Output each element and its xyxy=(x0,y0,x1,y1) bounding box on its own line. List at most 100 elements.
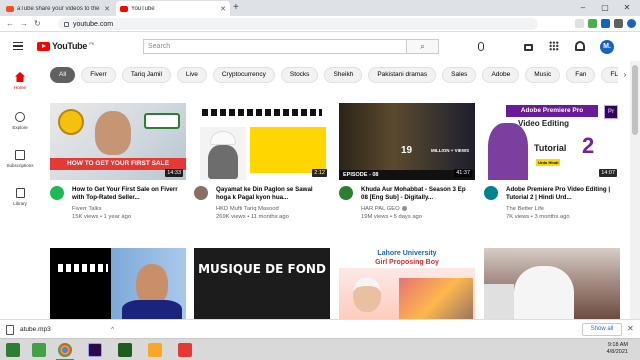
channel-avatar[interactable] xyxy=(484,186,498,200)
sidebar-item-library[interactable]: Library xyxy=(0,188,40,206)
channel-name[interactable]: HKD Mufti Tariq Masood xyxy=(216,206,279,212)
windows-icon[interactable] xyxy=(6,343,20,357)
apps-grid-icon[interactable] xyxy=(549,41,559,51)
channel-name[interactable]: Fiverr Talks xyxy=(72,206,102,212)
extension-icon[interactable] xyxy=(601,19,610,28)
minimize-button[interactable]: – xyxy=(572,1,594,15)
sidebar-item-explore[interactable]: Explore xyxy=(0,112,40,130)
video-title[interactable]: How to Get Your First Sale on Fiverr wit… xyxy=(72,186,182,202)
compass-icon xyxy=(15,112,25,122)
sidebar-item-home[interactable]: Home xyxy=(0,72,40,90)
sidebar-item-subscriptions[interactable]: Subscriptions xyxy=(0,150,40,168)
channel-avatar[interactable] xyxy=(194,186,208,200)
new-tab-button[interactable]: + xyxy=(233,2,239,14)
video-thumbnail[interactable]: MUSIQUE DE FOND xyxy=(194,248,330,319)
chip-stocks[interactable]: Stocks xyxy=(280,67,319,83)
clock-time: 9:18 AM xyxy=(607,342,628,348)
app-icon[interactable] xyxy=(178,343,192,357)
folder-icon[interactable] xyxy=(148,343,162,357)
chip-all[interactable]: All xyxy=(50,67,76,83)
excel-icon[interactable] xyxy=(32,343,46,357)
tutorial-label: Tutorial xyxy=(534,143,567,153)
channel-name[interactable]: HAR PAL GEO xyxy=(361,206,407,212)
back-arrow-icon[interactable]: ← xyxy=(6,19,14,29)
video-card[interactable]: MUSIQUE DE FOND xyxy=(194,248,330,319)
star-icon[interactable] xyxy=(575,19,584,28)
video-title[interactable]: Adobe Premiere Pro Video Editing | Tutor… xyxy=(506,186,616,202)
close-icon[interactable]: ✕ xyxy=(627,324,634,333)
chip-tariq-jamil[interactable]: Tariq Jamil xyxy=(121,67,171,83)
maximize-button[interactable]: ▢ xyxy=(594,1,616,15)
search-button[interactable]: ⌕ xyxy=(406,40,438,53)
thumbnail-caption: MUSIQUE DE FOND xyxy=(198,262,326,276)
chip-fan[interactable]: Fan xyxy=(566,67,596,83)
channel-avatar[interactable] xyxy=(339,186,353,200)
video-card[interactable]: 2:12 Qayamat ke Din Paglon se Sawal hoga… xyxy=(194,103,330,238)
chip-music[interactable]: Music xyxy=(525,67,561,83)
tab-atube[interactable]: aTube share your videos to the w... ✕ xyxy=(2,1,114,16)
chip-adobe[interactable]: Adobe xyxy=(482,67,520,83)
thumbnail-heading: Lahore University xyxy=(377,250,437,257)
chip-sheikh[interactable]: Sheikh xyxy=(324,67,363,83)
logo-word: YouTube xyxy=(52,41,88,51)
video-thumbnail[interactable] xyxy=(484,248,620,319)
close-tab-icon[interactable]: ✕ xyxy=(220,5,226,13)
atube-favicon-icon xyxy=(6,5,14,12)
notifications-bell-icon[interactable] xyxy=(575,41,585,51)
extension-icon[interactable] xyxy=(588,19,597,28)
chip-fiverr[interactable]: Fiverr xyxy=(81,67,116,83)
puzzle-icon[interactable] xyxy=(614,19,623,28)
taskbar-clock[interactable]: 9:18 AM 4/8/2021 xyxy=(607,342,628,356)
video-card[interactable] xyxy=(484,248,620,319)
url-text: youtube.com xyxy=(73,20,114,28)
avatar[interactable]: M. xyxy=(600,40,614,54)
lock-icon xyxy=(64,21,69,27)
youtube-logo[interactable]: YouTube PK xyxy=(37,41,94,51)
chip-pakistani-dramas[interactable]: Pakistani dramas xyxy=(368,67,437,83)
scrollbar-thumb[interactable] xyxy=(632,65,638,135)
channel-avatar[interactable] xyxy=(50,186,64,200)
clock-date: 4/8/2021 xyxy=(606,349,628,355)
page-scrollbar[interactable] xyxy=(630,61,640,319)
chevron-up-icon[interactable]: ^ xyxy=(111,327,114,333)
forward-arrow-icon[interactable]: → xyxy=(20,19,28,29)
chip-cryptocurrency[interactable]: Cryptocurrency xyxy=(212,67,275,83)
video-thumbnail[interactable] xyxy=(50,248,186,319)
reload-icon[interactable]: ↻ xyxy=(34,19,41,29)
tab-youtube[interactable]: YouTube ✕ xyxy=(116,1,230,16)
file-icon xyxy=(6,324,14,335)
download-item[interactable]: atube.mp3 ^ xyxy=(6,323,114,336)
chip-sales[interactable]: Sales xyxy=(442,67,477,83)
video-card[interactable]: HOW TO GET YOUR FIRST SALE 14:33 How to … xyxy=(50,103,186,238)
video-duration: 2:12 xyxy=(312,169,327,177)
video-title[interactable]: Khuda Aur Mohabbat - Season 3 Ep 08 [Eng… xyxy=(361,186,471,202)
video-title[interactable]: Qayamat ke Din Paglon se Sawal hoga k Pa… xyxy=(216,186,326,202)
close-tab-icon[interactable]: ✕ xyxy=(104,5,110,13)
create-video-icon[interactable] xyxy=(524,43,533,51)
show-all-button[interactable]: Show all xyxy=(582,323,622,336)
presenter-figure xyxy=(200,127,246,180)
video-card[interactable] xyxy=(50,248,186,319)
sidebar: Home Explore Subscriptions Library xyxy=(0,61,40,321)
video-card[interactable]: 19 MILLION + VIEWS EPISODE - 08 41:37 Kh… xyxy=(339,103,475,238)
video-card[interactable]: Lahore University Girl Proposing Boy xyxy=(339,248,475,319)
video-thumbnail[interactable]: 19 MILLION + VIEWS EPISODE - 08 41:37 xyxy=(339,103,475,180)
close-window-button[interactable]: ✕ xyxy=(616,1,638,15)
video-card[interactable]: Adobe Premiere Pro Pr Video Editing Tuto… xyxy=(484,103,620,238)
premiere-icon[interactable] xyxy=(88,343,102,357)
profile-icon[interactable] xyxy=(627,19,636,28)
chip-live[interactable]: Live xyxy=(176,67,207,83)
channel-name[interactable]: The Better Life xyxy=(506,206,544,212)
microphone-icon[interactable] xyxy=(478,42,484,51)
camtasia-icon[interactable] xyxy=(118,343,132,357)
video-thumbnail[interactable]: 2:12 xyxy=(194,103,330,180)
video-thumbnail[interactable]: HOW TO GET YOUR FIRST SALE 14:33 xyxy=(50,103,186,180)
window-controls: – ▢ ✕ xyxy=(572,1,638,15)
url-bar[interactable]: youtube.com xyxy=(58,18,538,30)
video-thumbnail[interactable]: Adobe Premiere Pro Pr Video Editing Tuto… xyxy=(484,103,620,180)
video-thumbnail[interactable]: Lahore University Girl Proposing Boy xyxy=(339,248,475,319)
presenter-face xyxy=(95,111,131,155)
search-input[interactable]: Search xyxy=(144,43,406,50)
menu-hamburger-icon[interactable] xyxy=(13,42,23,50)
chrome-icon[interactable] xyxy=(56,343,74,360)
